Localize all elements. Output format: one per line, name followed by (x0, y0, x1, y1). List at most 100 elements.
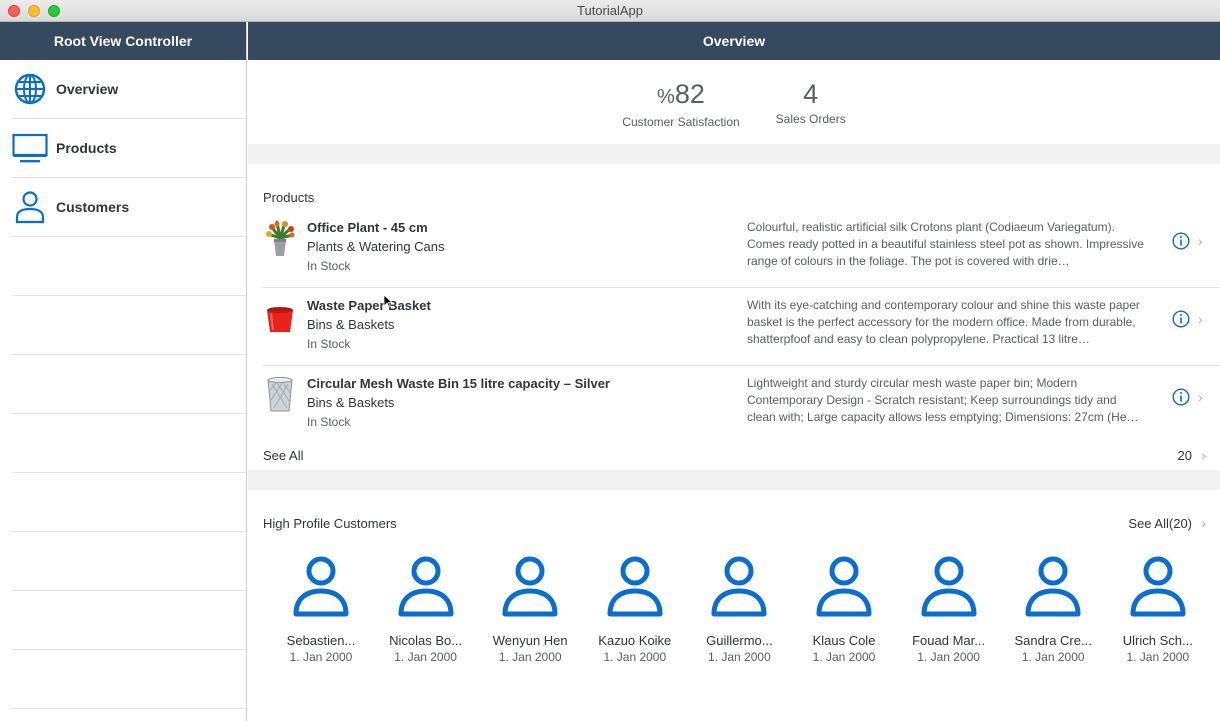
customer-name: Nicolas Bo... (389, 633, 463, 648)
product-category: Bins & Baskets (307, 317, 395, 332)
maximize-window-button[interactable] (48, 5, 60, 17)
chevron-right-icon: › (1198, 389, 1203, 405)
basket-image (263, 298, 297, 336)
person-icon (502, 556, 558, 617)
customer-date: 1. Jan 2000 (708, 650, 771, 664)
customer-name: Fouad Mar... (912, 633, 986, 648)
product-status: In Stock (307, 259, 351, 273)
products-see-all-row[interactable]: See All 20 › (263, 444, 1220, 470)
see-all-label: See All (263, 448, 304, 463)
close-window-button[interactable] (8, 5, 20, 17)
customer-card[interactable]: Ulrich Sch... 1. Jan 2000 (1113, 554, 1203, 664)
mesh-bin-image (263, 376, 297, 414)
kpi-header: %82 Customer Satisfaction 4 Sales Orders (248, 60, 1220, 144)
kpi-value: 4 (776, 78, 846, 110)
sidebar-header: Root View Controller (0, 22, 246, 60)
customer-name: Guillermo... (706, 633, 773, 648)
minimize-window-button[interactable] (28, 5, 40, 17)
main-content: Overview %82 Customer Satisfaction 4 Sal… (248, 22, 1220, 721)
product-name: Circular Mesh Waste Bin 15 litre capacit… (307, 376, 610, 391)
customer-name: Wenyun Hen (492, 633, 568, 648)
customer-card[interactable]: Wenyun Hen 1. Jan 2000 (485, 554, 575, 664)
sidebar-item-overview[interactable]: Overview (12, 60, 246, 119)
sidebar-empty-row (12, 296, 246, 355)
chevron-right-icon: › (1201, 515, 1206, 531)
customer-date: 1. Jan 2000 (917, 650, 980, 664)
customer-name: Kazuo Koike (598, 633, 672, 648)
sidebar-item-label: Overview (56, 81, 119, 97)
product-description: Colourful, realistic artificial silk Cro… (747, 220, 1144, 268)
person-icon (816, 556, 872, 617)
product-category: Plants & Watering Cans (307, 239, 445, 254)
window-title: TutorialApp (577, 3, 643, 18)
products-count: 20 (1177, 448, 1192, 463)
globe-icon (12, 71, 48, 107)
info-icon[interactable] (1172, 310, 1192, 330)
kpi-value: %82 (622, 78, 739, 113)
product-row[interactable]: Office Plant - 45 cm Plants & Watering C… (263, 210, 1220, 288)
page-title: Overview (248, 22, 1220, 60)
product-category: Bins & Baskets (307, 395, 395, 410)
customer-date: 1. Jan 2000 (498, 650, 562, 664)
sidebar-empty-row (12, 591, 246, 650)
customer-card[interactable]: Sebastien... 1. Jan 2000 (276, 554, 366, 664)
product-description: Lightweight and sturdy circular mesh was… (747, 376, 1139, 424)
sidebar-empty-row (12, 414, 246, 473)
customer-date: 1. Jan 2000 (394, 650, 457, 664)
sidebar-item-products[interactable]: Products (12, 119, 246, 178)
sidebar-empty-row (12, 473, 246, 532)
product-status: In Stock (307, 337, 351, 351)
customer-name: Ulrich Sch... (1122, 633, 1193, 648)
kpi-number: 4 (803, 79, 819, 109)
section-divider (248, 470, 1220, 490)
sidebar-empty-row (12, 237, 246, 296)
customer-name: Klaus Cole (812, 633, 876, 648)
plant-image (263, 220, 297, 258)
customer-date: 1. Jan 2000 (1126, 650, 1190, 664)
person-icon (1130, 556, 1186, 617)
customer-card[interactable]: Nicolas Bo... 1. Jan 2000 (381, 554, 471, 664)
customers-section-title: High Profile Customers (263, 516, 397, 531)
info-icon[interactable] (1172, 388, 1192, 408)
info-icon[interactable] (1172, 232, 1192, 252)
customers-list: Sebastien... 1. Jan 2000 Nicolas Bo... 1. J… (248, 550, 1220, 670)
sidebar-item-customers[interactable]: Customers (12, 178, 246, 237)
person-icon (293, 556, 349, 617)
sidebar-item-label: Customers (56, 199, 130, 215)
product-status: In Stock (307, 415, 351, 429)
kpi-label: Sales Orders (775, 112, 846, 126)
section-divider (248, 144, 1220, 164)
customer-name: Sebastien... (286, 633, 356, 648)
products-section-title: Products (263, 190, 315, 205)
monitor-icon (12, 130, 48, 166)
person-icon (607, 556, 663, 617)
chevron-right-icon: › (1201, 447, 1206, 463)
product-row[interactable]: Waste Paper Basket Bins & Baskets In Sto… (263, 288, 1220, 366)
person-icon (711, 556, 767, 617)
sidebar-empty-row (12, 532, 246, 591)
customer-date: 1. Jan 2000 (289, 650, 353, 664)
kpi-sales-orders: 4 Sales Orders (776, 78, 846, 126)
person-icon (921, 556, 977, 617)
window-titlebar: TutorialApp (0, 0, 1220, 22)
sidebar-empty-row (12, 355, 246, 414)
customer-card[interactable]: Guillermo... 1. Jan 2000 (694, 554, 784, 664)
sidebar-item-label: Products (56, 140, 117, 156)
product-name: Waste Paper Basket (307, 298, 431, 313)
customer-card[interactable]: Sandra Cre... 1. Jan 2000 (1008, 554, 1098, 664)
customer-card[interactable]: Kazuo Koike 1. Jan 2000 (590, 554, 680, 664)
customers-see-all-button[interactable]: See All(20) (1128, 516, 1192, 531)
product-description: With its eye-catching and contemporary c… (747, 298, 1140, 346)
kpi-number: 82 (674, 79, 705, 109)
customers-header: High Profile Customers See All(20) › (248, 490, 1220, 550)
chevron-right-icon: › (1198, 233, 1203, 249)
sidebar: Root View Controller Overview Products C… (0, 22, 247, 721)
customer-date: 1. Jan 2000 (603, 650, 667, 664)
chevron-right-icon: › (1198, 311, 1203, 327)
product-name: Office Plant - 45 cm (307, 220, 428, 235)
kpi-label: Customer Satisfaction (622, 115, 740, 129)
product-row[interactable]: Circular Mesh Waste Bin 15 litre capacit… (263, 366, 1220, 444)
customer-card[interactable]: Klaus Cole 1. Jan 2000 (799, 554, 889, 664)
person-icon (12, 189, 48, 225)
customer-card[interactable]: Fouad Mar... 1. Jan 2000 (904, 554, 994, 664)
